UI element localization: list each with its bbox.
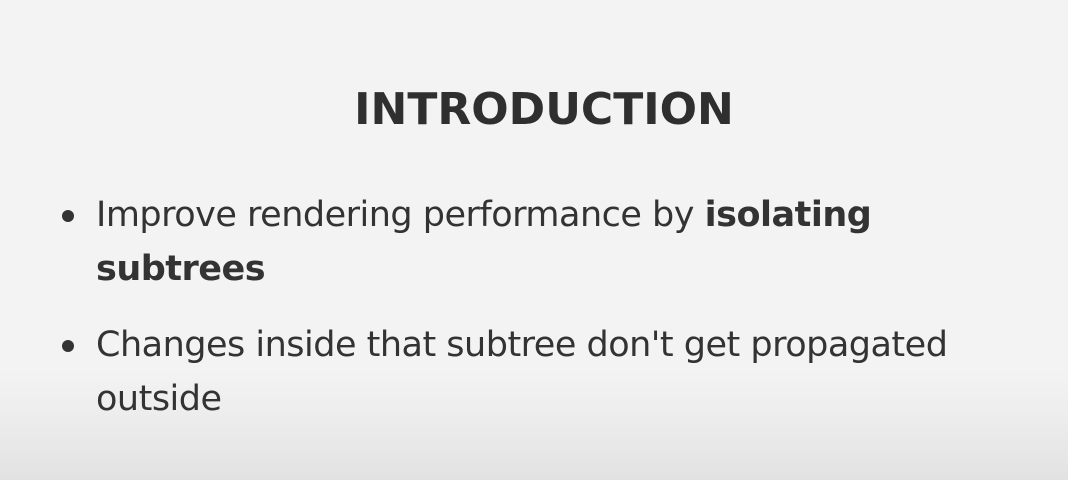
bullet-icon [62, 210, 74, 222]
bullet-item: Improve rendering performance by isolati… [60, 188, 1020, 296]
slide: INTRODUCTION Improve rendering performan… [0, 0, 1068, 480]
bullet-text-plain: Improve rendering performance by [96, 195, 705, 235]
slide-title: INTRODUCTION [354, 84, 734, 135]
bullet-icon [62, 340, 74, 352]
bullet-item: Changes inside that subtree don't get pr… [60, 318, 1020, 426]
bullet-list: Improve rendering performance by isolati… [60, 188, 1020, 448]
bullet-text: Improve rendering performance by isolati… [96, 195, 872, 289]
bullet-text: Changes inside that subtree don't get pr… [96, 325, 948, 419]
